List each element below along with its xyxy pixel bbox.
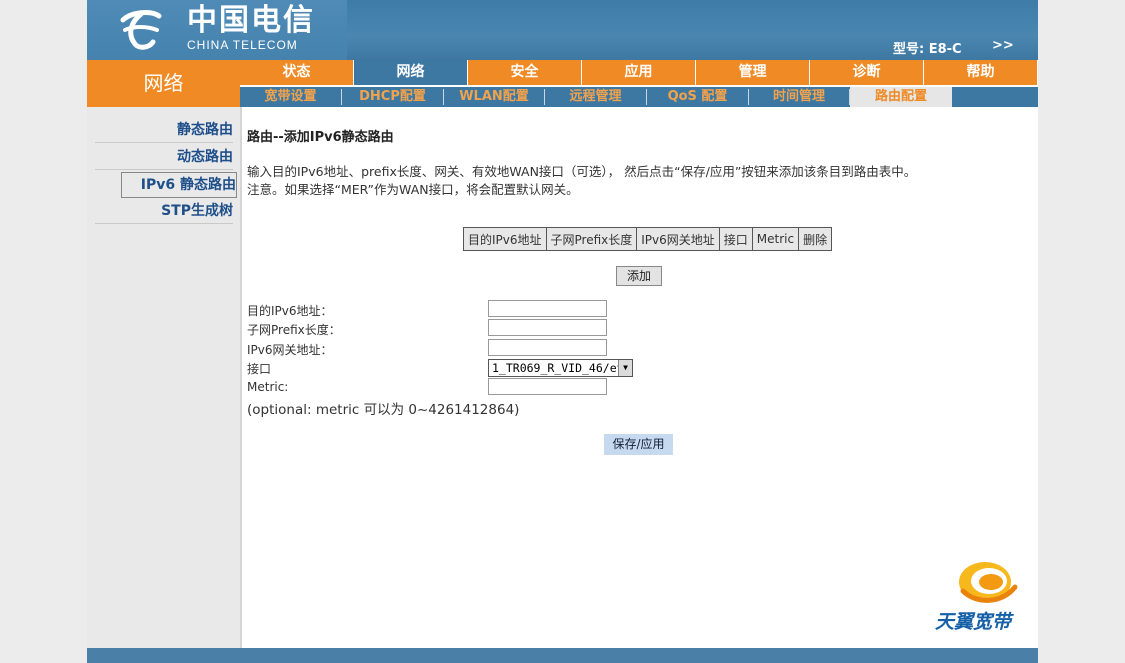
tab-management[interactable]: 管理 xyxy=(696,60,809,85)
route-table: 目的IPv6地址 子网Prefix长度 IPv6网关地址 接口 Metric 删… xyxy=(463,227,833,251)
more-link[interactable]: >> xyxy=(992,38,1014,53)
sub-nav: 宽带设置 DHCP配置 WLAN配置 远程管理 QoS 配置 时间管理 路由配置 xyxy=(240,87,1038,107)
sidebar: 静态路由 动态路由 IPv6 静态路由 STP生成树 xyxy=(87,107,242,648)
prefix-length-label: 子网Prefix长度： xyxy=(247,323,341,337)
tab-application[interactable]: 应用 xyxy=(582,60,695,85)
subtab-wlan[interactable]: WLAN配置 xyxy=(444,87,544,107)
sidebar-item-ipv6-static-route[interactable]: IPv6 静态路由 xyxy=(121,172,237,198)
subtab-routing[interactable]: 路由配置 xyxy=(850,87,952,107)
logo-chinese-text: 中国电信 xyxy=(187,3,315,38)
content-area: 路由--添加IPv6静态路由 输入目的IPv6地址、prefix长度、网关、有效… xyxy=(247,118,1038,648)
add-button[interactable]: 添加 xyxy=(616,266,662,286)
tab-diagnosis[interactable]: 诊断 xyxy=(810,60,923,85)
table-header-row: 目的IPv6地址 子网Prefix长度 IPv6网关地址 接口 Metric 删… xyxy=(463,227,833,251)
tianyi-swirl-icon xyxy=(959,562,1018,603)
note-text: 注意。如果选择“MER”作为WAN接口，将会配置默认网关。 xyxy=(247,182,579,197)
logo-english-text: CHINA TELECOM xyxy=(187,38,298,52)
col-dest-ipv6: 目的IPv6地址 xyxy=(463,227,547,251)
col-interface: 接口 xyxy=(718,227,753,251)
gateway-input[interactable] xyxy=(488,339,607,356)
col-gateway: IPv6网关地址 xyxy=(636,227,720,251)
dropdown-arrow-icon[interactable]: ▼ xyxy=(618,360,632,376)
tab-help[interactable]: 帮助 xyxy=(924,60,1037,85)
footer-bar xyxy=(87,648,1038,663)
brand-text: 天翼宽带 xyxy=(935,611,1012,633)
logo-area: 中国电信 CHINA TELECOM xyxy=(87,0,347,60)
metric-input[interactable] xyxy=(488,378,607,395)
tab-status[interactable]: 状态 xyxy=(240,60,353,85)
dest-ipv6-input[interactable] xyxy=(488,300,607,317)
subtab-dhcp[interactable]: DHCP配置 xyxy=(342,87,443,107)
main-nav: 状态 网络 安全 应用 管理 诊断 帮助 xyxy=(240,60,1038,85)
page-title: 路由--添加IPv6静态路由 xyxy=(247,130,394,145)
col-prefix-length: 子网Prefix长度 xyxy=(545,227,638,251)
col-delete: 删除 xyxy=(798,227,833,251)
section-title: 网络 xyxy=(87,60,240,107)
metric-hint: (optional: metric 可以为 0~4261412864) xyxy=(247,402,520,418)
tab-network[interactable]: 网络 xyxy=(354,60,467,85)
header-banner: 中国电信 CHINA TELECOM 型号: E8-C >> xyxy=(87,0,1038,60)
china-telecom-logo-icon xyxy=(120,10,162,50)
tab-security[interactable]: 安全 xyxy=(468,60,581,85)
subtab-qos[interactable]: QoS 配置 xyxy=(647,87,748,107)
sidebar-item-stp[interactable]: STP生成树 xyxy=(95,199,233,224)
col-metric: Metric xyxy=(751,227,800,251)
model-label: 型号: E8-C xyxy=(893,42,962,57)
subtab-remote[interactable]: 远程管理 xyxy=(545,87,646,107)
gateway-label: IPv6网关地址： xyxy=(247,343,333,357)
tianyi-broadband-logo: 天翼宽带 xyxy=(929,555,1025,635)
instruction-text: 输入目的IPv6地址、prefix长度、网关、有效地WAN接口（可选）， 然后点… xyxy=(247,164,917,179)
sidebar-item-dynamic-route[interactable]: 动态路由 xyxy=(95,145,233,170)
save-apply-button[interactable]: 保存/应用 xyxy=(604,434,673,455)
subtab-broadband[interactable]: 宽带设置 xyxy=(240,87,341,107)
dest-ipv6-label: 目的IPv6地址： xyxy=(247,304,333,318)
page-frame: 中国电信 CHINA TELECOM 型号: E8-C >> 网络 状态 网络 … xyxy=(87,0,1038,663)
interface-select-value: 1_TR069_R_VID_46/et xyxy=(492,361,624,375)
prefix-length-input[interactable] xyxy=(488,319,607,336)
subtab-time[interactable]: 时间管理 xyxy=(749,87,849,107)
interface-label: 接口 xyxy=(247,362,272,376)
metric-label: Metric: xyxy=(247,380,289,394)
sidebar-item-static-route[interactable]: 静态路由 xyxy=(95,118,233,143)
interface-select[interactable]: 1_TR069_R_VID_46/et ▼ xyxy=(488,359,633,377)
